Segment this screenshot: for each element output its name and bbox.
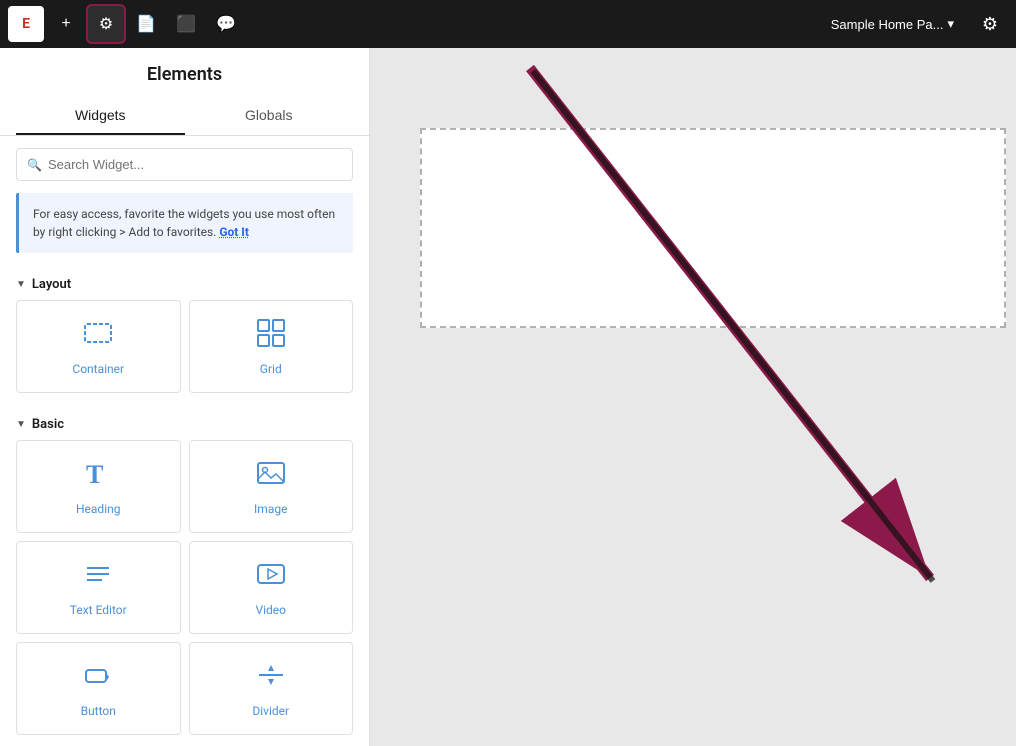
- widget-container[interactable]: Container: [16, 300, 181, 393]
- sidebar-header: Elements Widgets Globals: [0, 48, 369, 136]
- grid-label: Grid: [260, 362, 282, 376]
- layout-arrow-icon: ▼: [16, 279, 26, 290]
- section-layout-header[interactable]: ▼ Layout: [8, 269, 361, 300]
- image-icon: [255, 457, 287, 494]
- sidebar-title: Elements: [16, 64, 353, 85]
- text-editor-label: Text Editor: [70, 603, 127, 617]
- layout-section-label: Layout: [32, 277, 71, 292]
- image-label: Image: [254, 502, 287, 516]
- widget-divider[interactable]: Divider: [189, 642, 354, 735]
- canvas-area: [370, 48, 1016, 746]
- heading-label: Heading: [76, 502, 121, 516]
- toolbar: E + ⚙ 📄 ⬛ 💬 Sample Home Pa... ▾ ⚙: [0, 0, 1016, 48]
- canvas-frame: [420, 128, 1006, 328]
- gear-icon: ⚙: [982, 14, 998, 35]
- templates-button[interactable]: 📄: [128, 6, 164, 42]
- tab-widgets[interactable]: Widgets: [16, 97, 185, 135]
- search-input[interactable]: [48, 157, 342, 172]
- add-element-button[interactable]: +: [48, 6, 84, 42]
- widget-text-editor[interactable]: Text Editor: [16, 541, 181, 634]
- layers-icon: ⬛: [176, 14, 196, 34]
- page-title-button[interactable]: Sample Home Pa... ▾: [821, 10, 964, 38]
- sliders-icon: ⚙: [99, 14, 113, 34]
- elements-panel-button[interactable]: ⚙: [88, 6, 124, 42]
- file-icon: 📄: [136, 14, 156, 34]
- svg-text:T: T: [86, 460, 103, 489]
- info-text: For easy access, favorite the widgets yo…: [33, 207, 335, 239]
- sidebar-tabs: Widgets Globals: [16, 97, 353, 135]
- page-title-text: Sample Home Pa...: [831, 17, 944, 32]
- basic-section-label: Basic: [32, 417, 64, 432]
- divider-label: Divider: [252, 704, 289, 718]
- chevron-down-icon: ▾: [947, 16, 954, 32]
- button-icon: [82, 659, 114, 696]
- container-icon: [82, 317, 114, 354]
- widget-grid-item[interactable]: Grid: [189, 300, 354, 393]
- search-icon: 🔍: [27, 158, 42, 172]
- layers-button[interactable]: ⬛: [168, 6, 204, 42]
- toolbar-right: Sample Home Pa... ▾ ⚙: [821, 6, 1008, 42]
- container-label: Container: [72, 362, 124, 376]
- chat-icon: 💬: [216, 14, 236, 34]
- plus-icon: +: [61, 15, 70, 33]
- tab-globals[interactable]: Globals: [185, 97, 354, 135]
- widget-heading[interactable]: T Heading: [16, 440, 181, 533]
- grid-icon: [255, 317, 287, 354]
- button-label: Button: [81, 704, 116, 718]
- widget-button[interactable]: Button: [16, 642, 181, 735]
- settings-button[interactable]: ⚙: [972, 6, 1008, 42]
- widget-image[interactable]: Image: [189, 440, 354, 533]
- comments-button[interactable]: 💬: [208, 6, 244, 42]
- info-banner: For easy access, favorite the widgets yo…: [16, 193, 353, 253]
- basic-widget-grid: T Heading Image: [8, 440, 361, 746]
- main-layout: Elements Widgets Globals 🔍 For easy acce…: [0, 48, 1016, 746]
- sidebar: Elements Widgets Globals 🔍 For easy acce…: [0, 48, 370, 746]
- divider-icon: [255, 659, 287, 696]
- text-editor-icon: [82, 558, 114, 595]
- sidebar-content: 🔍 For easy access, favorite the widgets …: [0, 136, 369, 746]
- heading-icon: T: [82, 457, 114, 494]
- layout-widget-grid: Container Grid: [8, 300, 361, 409]
- got-it-link[interactable]: Got It: [219, 225, 249, 239]
- widget-video[interactable]: Video: [189, 541, 354, 634]
- search-box: 🔍: [16, 148, 353, 181]
- elementor-logo[interactable]: E: [8, 6, 44, 42]
- section-basic-header[interactable]: ▼ Basic: [8, 409, 361, 440]
- video-label: Video: [255, 603, 286, 617]
- video-icon: [255, 558, 287, 595]
- basic-arrow-icon: ▼: [16, 419, 26, 430]
